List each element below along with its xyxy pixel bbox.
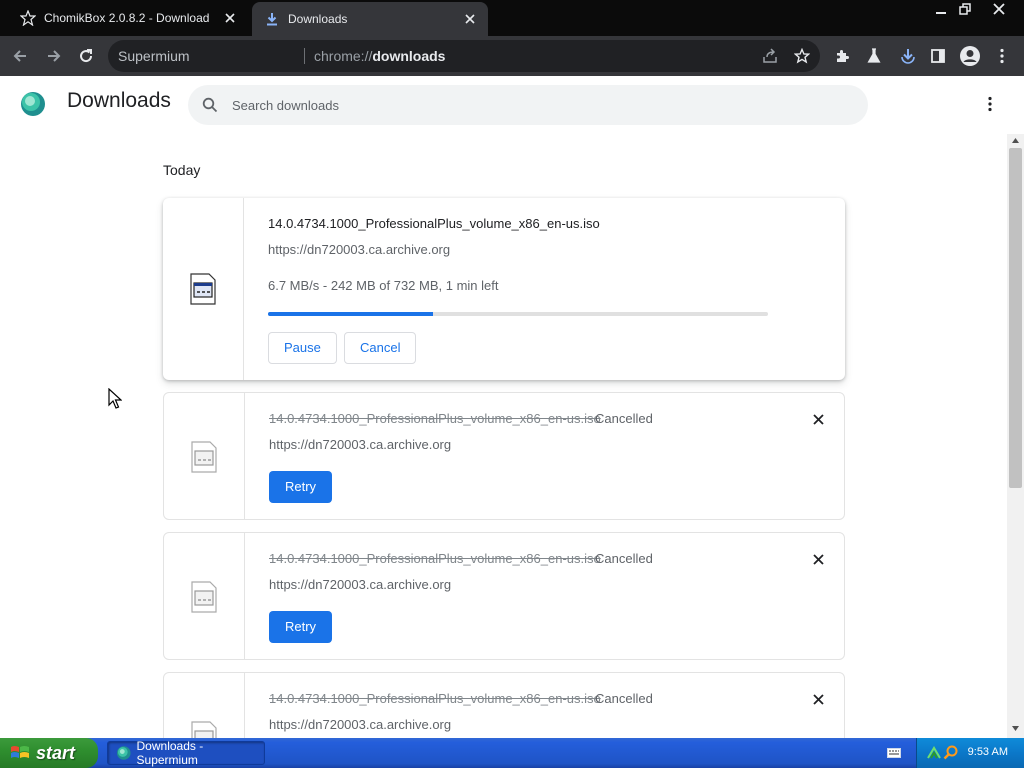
close-tab-icon[interactable] [222, 10, 238, 26]
iso-file-icon [190, 273, 216, 305]
extensions-icon[interactable] [830, 44, 854, 68]
address-bar[interactable]: Supermium chrome://downloads [108, 40, 820, 72]
download-item-cancelled: 14.0.4734.1000_ProfessionalPlus_volume_x… [163, 672, 845, 738]
file-name: 14.0.4734.1000_ProfessionalPlus_volume_x… [269, 411, 601, 426]
url-text: chrome://downloads [314, 40, 445, 72]
site-chip: Supermium [118, 48, 190, 64]
close-window-icon[interactable] [986, 0, 1012, 18]
file-icon-column [164, 673, 245, 738]
bookmark-star-icon[interactable] [792, 46, 812, 66]
search-box[interactable] [188, 85, 868, 125]
start-label: start [36, 742, 76, 763]
mouse-cursor-icon [108, 388, 122, 409]
keyboard-language-icon[interactable] [887, 747, 901, 759]
labs-flask-icon[interactable] [862, 44, 886, 68]
divider [304, 48, 305, 64]
file-name: 14.0.4734.1000_ProfessionalPlus_volume_x… [269, 691, 601, 706]
supermium-logo-icon [21, 92, 45, 116]
page-header: Downloads [0, 76, 1024, 132]
source-url[interactable]: https://dn720003.ca.archive.org [269, 437, 451, 452]
date-section-header: Today [163, 162, 201, 178]
system-tray: 9:53 AM [916, 738, 1024, 768]
file-name-link[interactable]: 14.0.4734.1000_ProfessionalPlus_volume_x… [268, 216, 600, 231]
iso-file-icon [191, 581, 217, 613]
progress-bar-fill [268, 312, 433, 316]
scroll-down-arrow-icon[interactable] [1011, 724, 1020, 733]
reload-icon[interactable] [74, 44, 98, 68]
downloads-page: Downloads Today [0, 76, 1024, 738]
tab-downloads[interactable]: Downloads [252, 2, 488, 36]
download-item-cancelled: 14.0.4734.1000_ProfessionalPlus_volume_x… [163, 392, 845, 520]
windows-logo-icon [11, 746, 29, 758]
page-more-actions-icon[interactable] [978, 92, 1002, 116]
url-host: downloads [372, 48, 446, 64]
search-input[interactable] [232, 93, 832, 117]
tab-title: Downloads [288, 12, 348, 26]
tab-chomikbox[interactable]: ChomikBox 2.0.8.2 - Download [8, 0, 248, 36]
tab-strip: ChomikBox 2.0.8.2 - Download Downloads [0, 0, 1024, 36]
progress-text: 6.7 MB/s - 242 MB of 732 MB, 1 min left [268, 278, 499, 293]
file-icon-column [163, 198, 244, 380]
search-tray-icon[interactable] [943, 745, 958, 760]
download-item-in-progress: 14.0.4734.1000_ProfessionalPlus_volume_x… [163, 198, 845, 380]
close-tab-icon[interactable] [462, 11, 478, 27]
scroll-up-arrow-icon[interactable] [1011, 136, 1020, 145]
file-name: 14.0.4734.1000_ProfessionalPlus_volume_x… [269, 551, 601, 566]
download-favicon-icon [264, 11, 280, 27]
source-url[interactable]: https://dn720003.ca.archive.org [269, 577, 451, 592]
downloads-toolbar-icon[interactable] [896, 44, 920, 68]
star-favicon-icon [20, 10, 36, 26]
share-icon[interactable] [760, 46, 780, 66]
taskbar-window-label: Downloads - Supermium [136, 739, 204, 767]
minimize-window-icon[interactable] [928, 0, 954, 18]
url-scheme: chrome:// [314, 48, 373, 64]
source-url[interactable]: https://dn720003.ca.archive.org [269, 717, 451, 732]
download-item-cancelled: 14.0.4734.1000_ProfessionalPlus_volume_x… [163, 532, 845, 660]
status-text: Cancelled [595, 691, 653, 706]
network-tray-icon[interactable] [927, 746, 941, 760]
scrollbar-thumb[interactable] [1009, 148, 1022, 488]
profile-avatar-icon[interactable] [958, 44, 982, 68]
vertical-scrollbar[interactable] [1007, 134, 1024, 738]
taskbar: start Downloads - Supermium 9:53 AM [0, 738, 1024, 768]
supermium-app-icon [116, 746, 131, 760]
cancel-button[interactable]: Cancel [344, 332, 417, 364]
file-icon-column [164, 533, 245, 659]
clock: 9:53 AM [967, 746, 1008, 758]
progress-bar [268, 312, 768, 316]
forward-icon[interactable] [42, 44, 66, 68]
browser-menu-icon[interactable] [990, 44, 1014, 68]
tab-title: ChomikBox 2.0.8.2 - Download [44, 11, 210, 25]
iso-file-icon [191, 721, 217, 738]
status-text: Cancelled [595, 551, 653, 566]
side-panel-icon[interactable] [926, 44, 950, 68]
status-text: Cancelled [595, 411, 653, 426]
back-icon[interactable] [8, 44, 32, 68]
retry-button[interactable]: Retry [269, 471, 332, 503]
retry-button[interactable]: Retry [269, 611, 332, 643]
search-icon [200, 95, 220, 115]
remove-item-close-icon[interactable] [808, 549, 828, 569]
start-button[interactable]: start [0, 738, 98, 768]
taskbar-window-downloads[interactable]: Downloads - Supermium [107, 739, 265, 767]
restore-window-icon[interactable] [952, 0, 978, 18]
browser-toolbar: Supermium chrome://downloads [0, 36, 1024, 76]
page-title: Downloads [67, 89, 171, 112]
remove-item-close-icon[interactable] [808, 409, 828, 429]
file-icon-column [164, 393, 245, 519]
source-url[interactable]: https://dn720003.ca.archive.org [268, 242, 450, 257]
remove-item-close-icon[interactable] [808, 689, 828, 709]
pause-button[interactable]: Pause [268, 332, 337, 364]
iso-file-icon [191, 441, 217, 473]
browser-window: ChomikBox 2.0.8.2 - Download Downloads S… [0, 0, 1024, 768]
